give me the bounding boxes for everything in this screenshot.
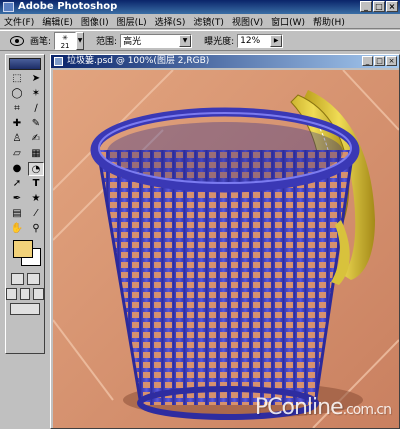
close-button[interactable]: ×: [386, 1, 398, 12]
options-bar: 画笔: ✳ 21 ▼ 范围: 高光 ▼ 曝光度: 12% ▶: [0, 30, 400, 51]
gradient-icon[interactable]: ▦: [28, 147, 44, 161]
toolbox-logo[interactable]: [9, 58, 41, 70]
maximize-button[interactable]: □: [373, 1, 385, 12]
healing-brush-icon[interactable]: ✚: [9, 117, 25, 131]
range-value: 高光: [123, 37, 142, 47]
quick-mask-mode-icon[interactable]: [26, 273, 40, 285]
doc-close-button[interactable]: ×: [386, 56, 397, 66]
foreground-color-swatch[interactable]: [13, 240, 33, 258]
standard-screen-icon[interactable]: [6, 288, 17, 300]
exposure-label: 曝光度:: [204, 37, 235, 47]
path-selection-icon[interactable]: ➚: [9, 177, 25, 191]
hand-icon[interactable]: ✋: [9, 222, 25, 236]
menu-file[interactable]: 文件(F): [0, 15, 38, 28]
doc-maximize-button[interactable]: □: [374, 56, 385, 66]
screen-modes: [6, 288, 45, 300]
menu-edit[interactable]: 编辑(E): [38, 15, 77, 28]
blur-icon[interactable]: ●: [9, 162, 25, 176]
document-window: 垃圾篓.psd @ 100%(图层 2,RGB) _ □ × PConline.…: [50, 54, 400, 429]
jump-to: [6, 303, 44, 315]
menu-layer[interactable]: 图层(L): [113, 15, 151, 28]
canvas-artwork: [52, 69, 399, 428]
app-title: Adobe Photoshop: [18, 1, 118, 12]
brush-dropdown-arrow[interactable]: ▼: [76, 31, 85, 50]
history-brush-icon[interactable]: ✍: [28, 132, 44, 146]
range-label: 范围:: [96, 37, 118, 47]
watermark-brand: PConline: [254, 395, 344, 420]
doc-minimize-button[interactable]: _: [362, 56, 373, 66]
menu-select[interactable]: 选择(S): [151, 15, 190, 28]
clone-stamp-icon[interactable]: ♙: [9, 132, 25, 146]
range-select[interactable]: 高光 ▼: [120, 33, 193, 48]
color-swatches: [9, 240, 41, 270]
pconline-watermark: PConline.com.cn: [254, 395, 392, 420]
jump-to-imageready-icon[interactable]: [10, 303, 40, 315]
edit-modes: [6, 273, 44, 285]
minimize-button[interactable]: _: [360, 1, 372, 12]
eraser-icon[interactable]: ▱: [9, 147, 25, 161]
tool-grid: ⬚ ➤ ◯ ✶ ⌗ ∕ ✚ ✎ ♙ ✍ ▱ ▦ ● ◔ ➚ T ✒ ★ ▤ ⁄ …: [6, 72, 44, 236]
toolbox: ⬚ ➤ ◯ ✶ ⌗ ∕ ✚ ✎ ♙ ✍ ▱ ▦ ● ◔ ➚ T ✒ ★ ▤ ⁄ …: [5, 54, 45, 354]
slice-icon[interactable]: ∕: [28, 102, 44, 116]
shape-icon[interactable]: ★: [28, 192, 44, 206]
basket-interior: [107, 122, 343, 182]
move-icon[interactable]: ➤: [28, 72, 44, 86]
zoom-icon[interactable]: ⚲: [28, 222, 44, 236]
menu-window[interactable]: 窗口(W): [267, 15, 309, 28]
image-canvas[interactable]: PConline.com.cn: [52, 69, 399, 428]
menu-image[interactable]: 图像(I): [77, 15, 113, 28]
exposure-field[interactable]: 12% ▶: [237, 33, 284, 48]
magic-wand-icon[interactable]: ✶: [28, 87, 44, 101]
lasso-icon[interactable]: ◯: [9, 87, 25, 101]
chevron-right-icon: ▶: [270, 34, 283, 47]
document-title-bar[interactable]: 垃圾篓.psd @ 100%(图层 2,RGB) _ □ ×: [51, 55, 399, 68]
menu-view[interactable]: 视图(V): [228, 15, 267, 28]
document-title: 垃圾篓.psd @ 100%(图层 2,RGB): [67, 56, 210, 66]
menu-help[interactable]: 帮助(H): [309, 15, 349, 28]
brush-size: 21: [60, 41, 70, 50]
brush-dot-icon: ✳: [62, 33, 68, 42]
exposure-value: 12%: [240, 35, 261, 46]
chevron-down-icon: ▼: [179, 34, 192, 47]
menu-filter[interactable]: 滤镜(T): [189, 15, 228, 28]
dodge-tool-icon[interactable]: [10, 35, 24, 46]
notes-icon[interactable]: ▤: [9, 207, 25, 221]
app-title-bar: Adobe Photoshop _ □ ×: [0, 0, 400, 14]
document-window-controls: _ □ ×: [362, 56, 397, 66]
type-icon[interactable]: T: [28, 177, 44, 191]
standard-mode-icon[interactable]: [10, 273, 24, 285]
eyedropper-icon[interactable]: ⁄: [28, 207, 44, 221]
full-screen-icon[interactable]: [33, 288, 45, 300]
brush-preset-picker[interactable]: ✳ 21: [54, 31, 77, 50]
brush-label: 画笔:: [30, 37, 52, 47]
app-window-controls: _ □ ×: [360, 1, 398, 12]
crop-icon[interactable]: ⌗: [9, 102, 25, 116]
dodge-icon[interactable]: ◔: [28, 162, 44, 176]
pen-icon[interactable]: ✒: [9, 192, 25, 206]
menu-bar: 文件(F) 编辑(E) 图像(I) 图层(L) 选择(S) 滤镜(T) 视图(V…: [0, 14, 400, 29]
marquee-icon[interactable]: ⬚: [9, 72, 25, 86]
document-icon: [54, 57, 63, 66]
brush-icon[interactable]: ✎: [28, 117, 44, 131]
full-screen-menu-icon[interactable]: [19, 288, 31, 300]
photoshop-app-icon: [3, 2, 14, 12]
watermark-suffix: .com.cn: [342, 402, 392, 418]
